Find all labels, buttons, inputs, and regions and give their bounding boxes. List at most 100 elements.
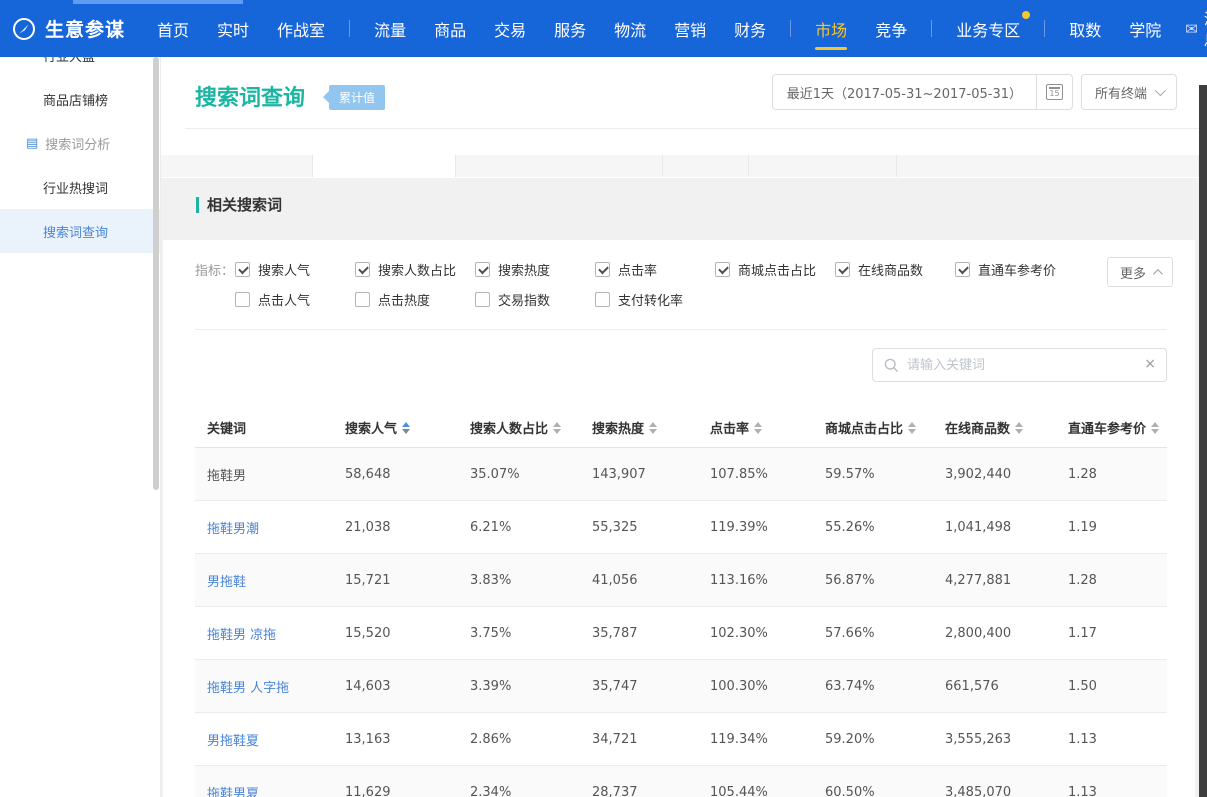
checkbox-icon[interactable] [835, 262, 850, 277]
keyword-cell[interactable]: 男拖鞋夏 [207, 730, 345, 749]
nav-item[interactable]: 交易 [480, 0, 540, 57]
table-column-header[interactable]: 搜索人气 [345, 418, 470, 437]
nav-item[interactable]: 物流 [600, 0, 660, 57]
compass-logo-icon [12, 17, 36, 41]
date-range-picker[interactable]: 最近1天（2017-05-31~2017-05-31） 15 [772, 74, 1073, 110]
searcher-share-cell: 3.39% [470, 679, 592, 694]
nav-item[interactable]: 首页 [143, 0, 203, 57]
checkbox-icon[interactable] [235, 262, 250, 277]
tab-segment[interactable] [749, 155, 897, 177]
metric-checkbox-item[interactable]: 点击人气 [235, 290, 355, 309]
nav-item[interactable]: 流量 [360, 0, 420, 57]
table-column-header[interactable]: 关键词 [207, 418, 345, 437]
checkbox-icon[interactable] [355, 292, 370, 307]
sort-arrows-icon[interactable] [402, 422, 410, 434]
metric-checkbox-item[interactable]: 点击热度 [355, 290, 475, 309]
searcher-share-cell: 2.86% [470, 732, 592, 747]
main-content: 搜索词查询 累计值 最近1天（2017-05-31~2017-05-31） 15… [161, 57, 1199, 797]
checkbox-icon[interactable] [355, 262, 370, 277]
table-column-header[interactable]: 搜索人数占比 [470, 418, 592, 437]
table-row: 拖鞋男 人字拖 14,603 3.39% 35,747 100.30% 63.7… [195, 660, 1167, 713]
sort-arrows-icon[interactable] [553, 422, 561, 434]
metric-checkbox-item[interactable]: 搜索热度 [475, 260, 595, 279]
metric-checkbox-item[interactable]: 交易指数 [475, 290, 595, 309]
keyword-cell[interactable]: 拖鞋男夏 [207, 783, 345, 797]
metric-label: 在线商品数 [858, 260, 923, 279]
sidebar-scrollbar-thumb[interactable] [153, 57, 159, 490]
nav-item[interactable]: 商品 [420, 0, 480, 57]
checkbox-icon[interactable] [595, 262, 610, 277]
search-popularity-cell: 11,629 [345, 785, 470, 797]
nav-item[interactable]: 服务 [540, 0, 600, 57]
notification-dot-icon [1022, 11, 1030, 19]
nav-item[interactable]: 实时 [203, 0, 263, 57]
metric-checkbox-item[interactable]: 直通车参考价 [955, 260, 1075, 279]
metric-checkbox-item[interactable]: 商城点击占比 [715, 260, 835, 279]
sidebar-item-label: 行业热搜词 [43, 178, 108, 197]
sidebar-item[interactable]: ▤ 搜索词查询 [0, 209, 160, 253]
sidebar-item[interactable]: ▤ 搜索词分析 [0, 121, 160, 165]
table-column-header[interactable]: 直通车参考价 [1068, 418, 1167, 437]
table-column-header[interactable]: 搜索热度 [592, 418, 710, 437]
tab-segment[interactable] [313, 155, 456, 177]
metric-checkbox-item[interactable]: 点击率 [595, 260, 715, 279]
keyword-cell[interactable]: 拖鞋男 人字拖 [207, 677, 345, 696]
sidebar-item[interactable]: ▤ 行业热搜词 [0, 165, 160, 209]
keyword-cell[interactable]: 拖鞋男 凉拖 [207, 624, 345, 643]
sort-desc-icon [553, 429, 561, 434]
more-button-label: 更多 [1120, 263, 1146, 282]
more-button[interactable]: 更多 [1107, 257, 1173, 287]
brand[interactable]: 生意参谋 [0, 15, 143, 42]
metric-checkbox-item[interactable]: 在线商品数 [835, 260, 955, 279]
metric-label: 交易指数 [498, 290, 550, 309]
page-header: 搜索词查询 累计值 最近1天（2017-05-31~2017-05-31） 15… [161, 57, 1199, 155]
checkbox-icon[interactable] [475, 292, 490, 307]
nav-item[interactable]: 竞争 [861, 0, 921, 57]
table-column-header[interactable]: 点击率 [710, 418, 825, 437]
top-edge-highlight [73, 0, 243, 4]
nav-item[interactable]: 取数 [1055, 0, 1115, 57]
nav-item[interactable]: 营销 [660, 0, 720, 57]
terminal-dropdown[interactable]: 所有终端 [1081, 74, 1177, 110]
nav-divider [349, 20, 350, 37]
metric-checkbox-item[interactable]: 支付转化率 [595, 290, 715, 309]
messages-button[interactable]: ✉ 消息 [1175, 8, 1207, 50]
tab-segment[interactable] [663, 155, 749, 177]
online-products-cell: 2,800,400 [945, 626, 1068, 641]
table-column-header[interactable]: 在线商品数 [945, 418, 1068, 437]
click-rate-cell: 100.30% [710, 679, 825, 694]
nav-item[interactable]: 作战室 [263, 0, 339, 57]
keyword-cell[interactable]: 拖鞋男潮 [207, 518, 345, 537]
checkbox-icon[interactable] [955, 262, 970, 277]
checkbox-icon[interactable] [715, 262, 730, 277]
mall-click-share-cell: 59.57% [825, 467, 945, 482]
checkbox-icon[interactable] [475, 262, 490, 277]
page-scrollbar-thumb[interactable] [1199, 85, 1207, 797]
tab-segment[interactable] [456, 155, 663, 177]
section-title: 相关搜索词 [161, 178, 1199, 215]
nav-item[interactable]: 财务 [720, 0, 780, 57]
sort-arrows-icon[interactable] [649, 422, 657, 434]
tab-segment[interactable] [897, 155, 1199, 177]
table-column-header[interactable]: 商城点击占比 [825, 418, 945, 437]
column-header-label: 搜索人气 [345, 418, 397, 437]
sort-arrows-icon[interactable] [908, 422, 916, 434]
metric-checkbox-item[interactable]: 搜索人数占比 [355, 260, 475, 279]
sort-arrows-icon[interactable] [1015, 422, 1023, 434]
keyword-cell[interactable]: 男拖鞋 [207, 571, 345, 590]
tab-segment[interactable] [161, 155, 313, 177]
nav-item[interactable]: 业务专区 [942, 0, 1034, 57]
checkbox-icon[interactable] [595, 292, 610, 307]
keyword-search-input[interactable] [907, 358, 1136, 373]
metric-checkbox-item[interactable]: 搜索人气 [235, 260, 355, 279]
sort-arrows-icon[interactable] [1151, 422, 1159, 434]
nav-item[interactable]: 学院 [1115, 0, 1175, 57]
nav-item[interactable]: 市场 [801, 0, 861, 57]
sort-arrows-icon[interactable] [754, 422, 762, 434]
sidebar-item[interactable]: ▤ 行业大盘 [0, 57, 160, 77]
sidebar-item[interactable]: ▤ 商品店铺榜 [0, 77, 160, 121]
calendar-button[interactable]: 15 [1036, 75, 1072, 109]
checkbox-icon[interactable] [235, 292, 250, 307]
clear-search-icon[interactable]: × [1144, 356, 1156, 372]
keyword-cell[interactable]: 拖鞋男 [207, 465, 345, 484]
